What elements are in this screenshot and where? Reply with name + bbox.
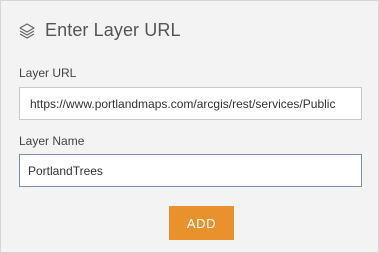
add-button[interactable]: ADD <box>169 206 234 240</box>
layers-icon <box>18 22 36 40</box>
panel-title: Enter Layer URL <box>45 20 181 40</box>
layer-url-input[interactable] <box>19 87 362 120</box>
enter-layer-url-panel: Enter Layer URL Layer URL Layer Name ADD <box>0 0 379 253</box>
layer-url-label: Layer URL <box>19 66 77 80</box>
layer-name-input[interactable] <box>19 154 362 187</box>
layer-name-label: Layer Name <box>19 134 85 148</box>
panel-header: Enter Layer URL <box>18 20 181 41</box>
